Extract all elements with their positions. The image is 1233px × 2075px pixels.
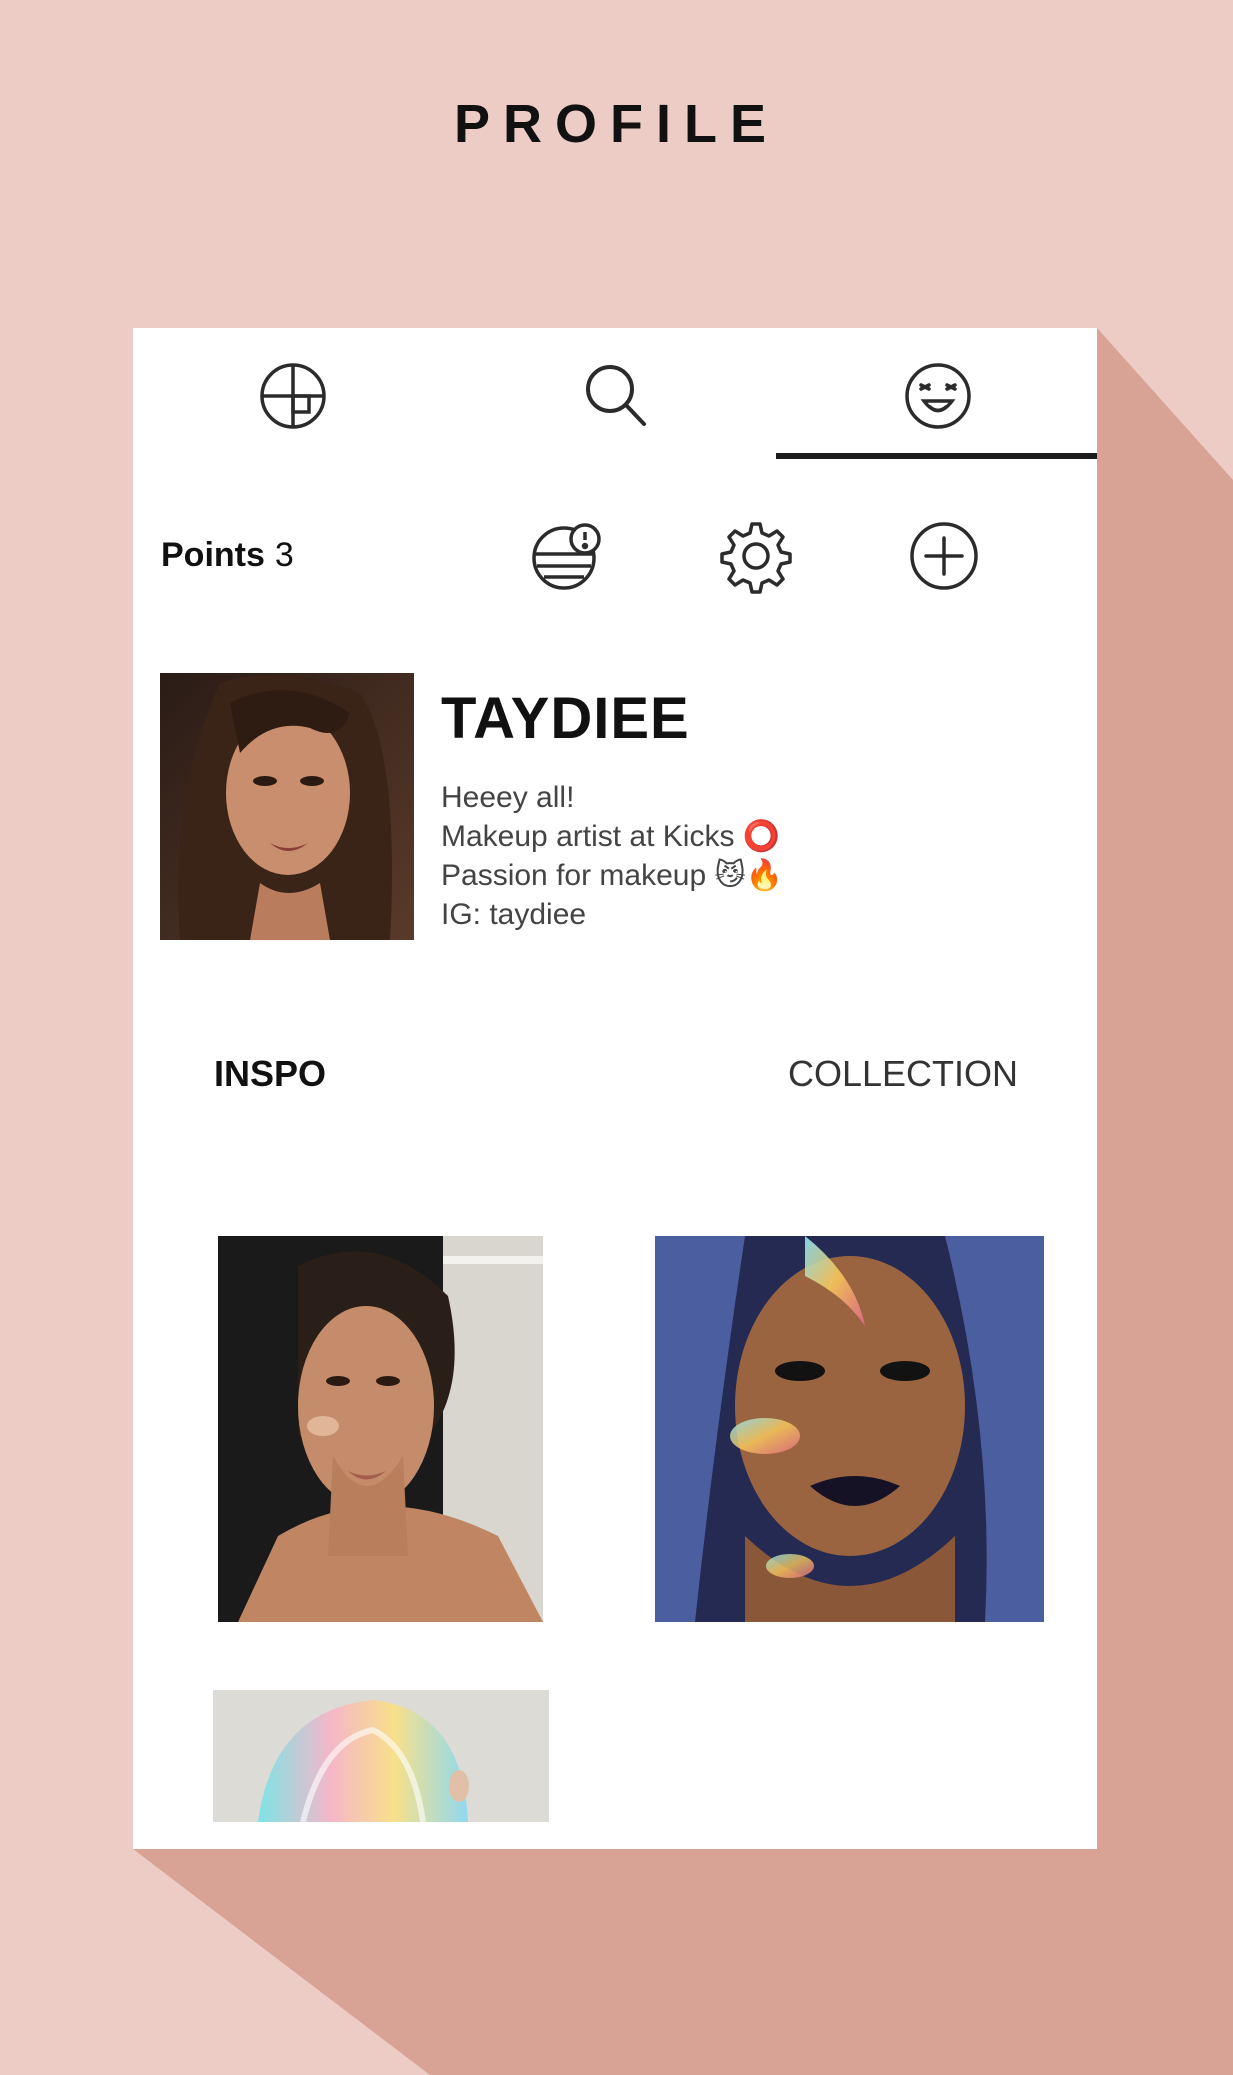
username: TAYDIEE xyxy=(441,686,690,751)
search-icon[interactable] xyxy=(578,358,654,434)
inspo-photo[interactable] xyxy=(655,1236,1044,1622)
bio-line: Makeup artist at Kicks ⭕ xyxy=(441,820,781,853)
points-label: Points xyxy=(161,536,265,574)
bio-line: Passion for makeup 😼🔥 xyxy=(441,859,784,892)
face-icon[interactable] xyxy=(900,358,976,434)
page-title: PROFILE xyxy=(453,94,779,154)
points-display: Points 3 xyxy=(161,536,294,575)
palette-badge-icon[interactable] xyxy=(530,518,606,594)
points-value: 3 xyxy=(274,536,294,574)
inspo-photo[interactable] xyxy=(213,1690,549,1823)
bio-line: IG: taydiee xyxy=(441,898,587,931)
active-tab-indicator xyxy=(776,453,1097,459)
inspo-photo[interactable] xyxy=(218,1236,543,1622)
avatar[interactable] xyxy=(160,673,414,940)
home-grid-icon[interactable] xyxy=(255,358,331,434)
gear-icon[interactable] xyxy=(718,518,794,594)
add-icon[interactable] xyxy=(906,518,982,594)
bio-line: Heeey all! xyxy=(441,781,575,814)
tab-collection[interactable]: COLLECTION xyxy=(788,1053,1018,1095)
profile-card: Points 3 TAYDIEE Heeey all! Makeup artis… xyxy=(133,328,1097,1849)
bio: Heeey all! Makeup artist at Kicks ⭕ Pass… xyxy=(441,778,783,934)
tab-inspo[interactable]: INSPO xyxy=(214,1053,326,1095)
